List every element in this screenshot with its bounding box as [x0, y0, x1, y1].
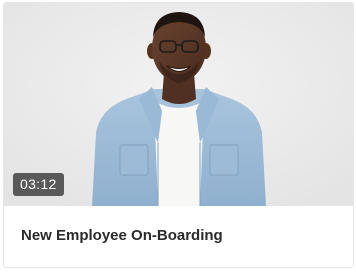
- video-thumbnail[interactable]: 03:12: [4, 3, 353, 206]
- video-duration-badge: 03:12: [13, 173, 64, 196]
- video-card[interactable]: 03:12 New Employee On-Boarding: [3, 2, 354, 268]
- video-title[interactable]: New Employee On-Boarding: [21, 227, 223, 244]
- card-caption: New Employee On-Boarding: [4, 206, 353, 267]
